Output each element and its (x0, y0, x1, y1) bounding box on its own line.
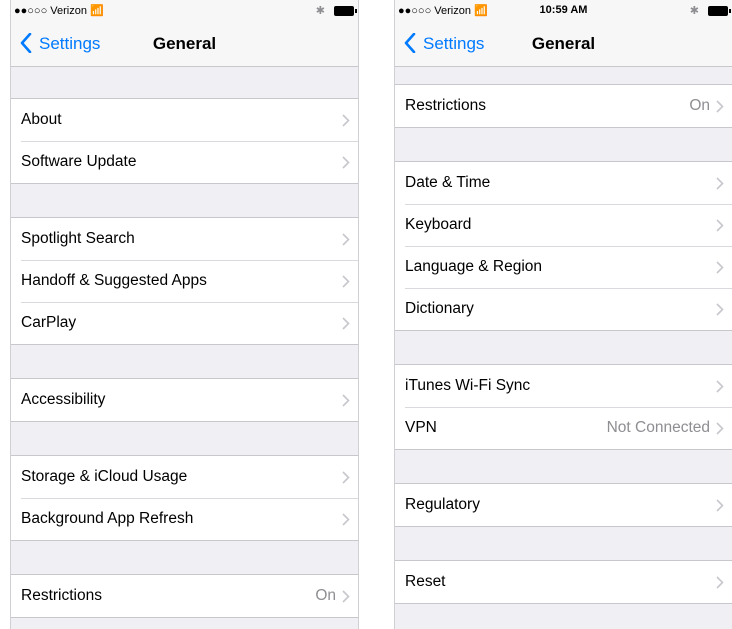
battery-icon (334, 6, 357, 17)
settings-group: Regulatory (395, 483, 732, 527)
settings-group: Spotlight Search Handoff & Suggested Apps… (11, 217, 358, 345)
settings-row-value: On (315, 587, 336, 604)
chevron-right-icon (716, 380, 724, 393)
bluetooth-icon: ✱ (689, 5, 699, 17)
settings-row-restrictions[interactable]: Restrictions On (11, 575, 358, 617)
settings-row-accessibility[interactable]: Accessibility (11, 379, 358, 421)
settings-list: Restrictions On Date & Time Keyboard Languag… (395, 84, 732, 604)
chevron-right-icon (716, 303, 724, 316)
settings-row-label: VPN (405, 419, 437, 436)
settings-group: Restrictions On (395, 84, 732, 128)
navigation-bar: Settings General (11, 22, 358, 67)
settings-row-language-region[interactable]: Language & Region (395, 246, 732, 288)
settings-list: About Software Update Spotlight Search Hand… (11, 98, 358, 618)
settings-row-label: Restrictions (405, 97, 486, 114)
navigation-bar: Settings General (395, 22, 732, 67)
settings-row-handoff-suggested-apps[interactable]: Handoff & Suggested Apps (11, 260, 358, 302)
settings-row-value: On (689, 97, 710, 114)
settings-row-label: Date & Time (405, 174, 491, 191)
settings-group: Storage & iCloud Usage Background App Ref… (11, 455, 358, 541)
wifi-icon: 📶 (90, 5, 104, 17)
settings-row-reset[interactable]: Reset (395, 561, 732, 603)
settings-group: Accessibility (11, 378, 358, 422)
settings-row-restrictions[interactable]: Restrictions On (395, 85, 732, 127)
chevron-right-icon (342, 275, 350, 288)
settings-row-label: Dictionary (405, 300, 474, 317)
settings-row-regulatory[interactable]: Regulatory (395, 484, 732, 526)
chevron-right-icon (342, 114, 350, 127)
chevron-right-icon (716, 261, 724, 274)
settings-row-label: Regulatory (405, 496, 480, 513)
settings-row-value: Not Connected (606, 419, 710, 436)
battery-icon (708, 6, 731, 17)
chevron-right-icon (342, 233, 350, 246)
settings-row-date-time[interactable]: Date & Time (395, 162, 732, 204)
settings-row-spotlight-search[interactable]: Spotlight Search (11, 218, 358, 260)
left-phone-screen: ●●○○○ Verizon 📶 ✱ Settings General About… (10, 0, 359, 629)
settings-group: Restrictions On (11, 574, 358, 618)
settings-group: Reset (395, 560, 732, 604)
page-title: General (152, 34, 217, 53)
chevron-right-icon (342, 590, 350, 603)
settings-row-label: Keyboard (405, 216, 472, 233)
status-bar: ●●○○○ Verizon 📶 10:59 AM ✱ (395, 0, 732, 22)
chevron-right-icon (716, 219, 724, 232)
settings-row-label: CarPlay (21, 314, 77, 331)
settings-row-label: Background App Refresh (21, 510, 194, 527)
settings-row-label: Reset (405, 573, 446, 590)
settings-row-label: About (21, 111, 62, 128)
chevron-right-icon (342, 156, 350, 169)
settings-group: iTunes Wi-Fi Sync VPN Not Connected (395, 364, 732, 450)
chevron-right-icon (342, 394, 350, 407)
settings-row-label: Software Update (21, 153, 137, 170)
settings-row-storage-icloud-usage[interactable]: Storage & iCloud Usage (11, 456, 358, 498)
settings-row-carplay[interactable]: CarPlay (11, 302, 358, 344)
right-phone-screen: ●●○○○ Verizon 📶 10:59 AM ✱ Settings Gene… (394, 0, 732, 629)
status-bar: ●●○○○ Verizon 📶 ✱ (11, 0, 358, 22)
chevron-right-icon (342, 513, 350, 526)
carrier-label: ●●○○○ Verizon (14, 5, 87, 17)
settings-row-label: Accessibility (21, 391, 106, 408)
bluetooth-icon: ✱ (315, 5, 325, 17)
settings-group: Date & Time Keyboard Language & Region Dict… (395, 161, 732, 331)
chevron-right-icon (342, 317, 350, 330)
status-time: 10:59 AM (539, 4, 588, 16)
settings-row-label: Language & Region (405, 258, 543, 275)
settings-row-keyboard[interactable]: Keyboard (395, 204, 732, 246)
settings-row-label: Spotlight Search (21, 230, 135, 247)
settings-row-itunes-wi-fi-sync[interactable]: iTunes Wi-Fi Sync (395, 365, 732, 407)
settings-row-dictionary[interactable]: Dictionary (395, 288, 732, 330)
chevron-right-icon (716, 422, 724, 435)
settings-row-label: Restrictions (21, 587, 102, 604)
settings-row-vpn[interactable]: VPN Not Connected (395, 407, 732, 449)
settings-row-label: Handoff & Suggested Apps (21, 272, 207, 289)
page-title: General (531, 34, 596, 53)
chevron-right-icon (716, 499, 724, 512)
chevron-right-icon (716, 177, 724, 190)
settings-row-label: iTunes Wi-Fi Sync (405, 377, 531, 394)
settings-row-about[interactable]: About (11, 99, 358, 141)
chevron-right-icon (716, 100, 724, 113)
settings-row-software-update[interactable]: Software Update (11, 141, 358, 183)
chevron-right-icon (342, 471, 350, 484)
settings-row-label: Storage & iCloud Usage (21, 468, 188, 485)
settings-row-background-app-refresh[interactable]: Background App Refresh (11, 498, 358, 540)
settings-group: About Software Update (11, 98, 358, 184)
chevron-right-icon (716, 576, 724, 589)
